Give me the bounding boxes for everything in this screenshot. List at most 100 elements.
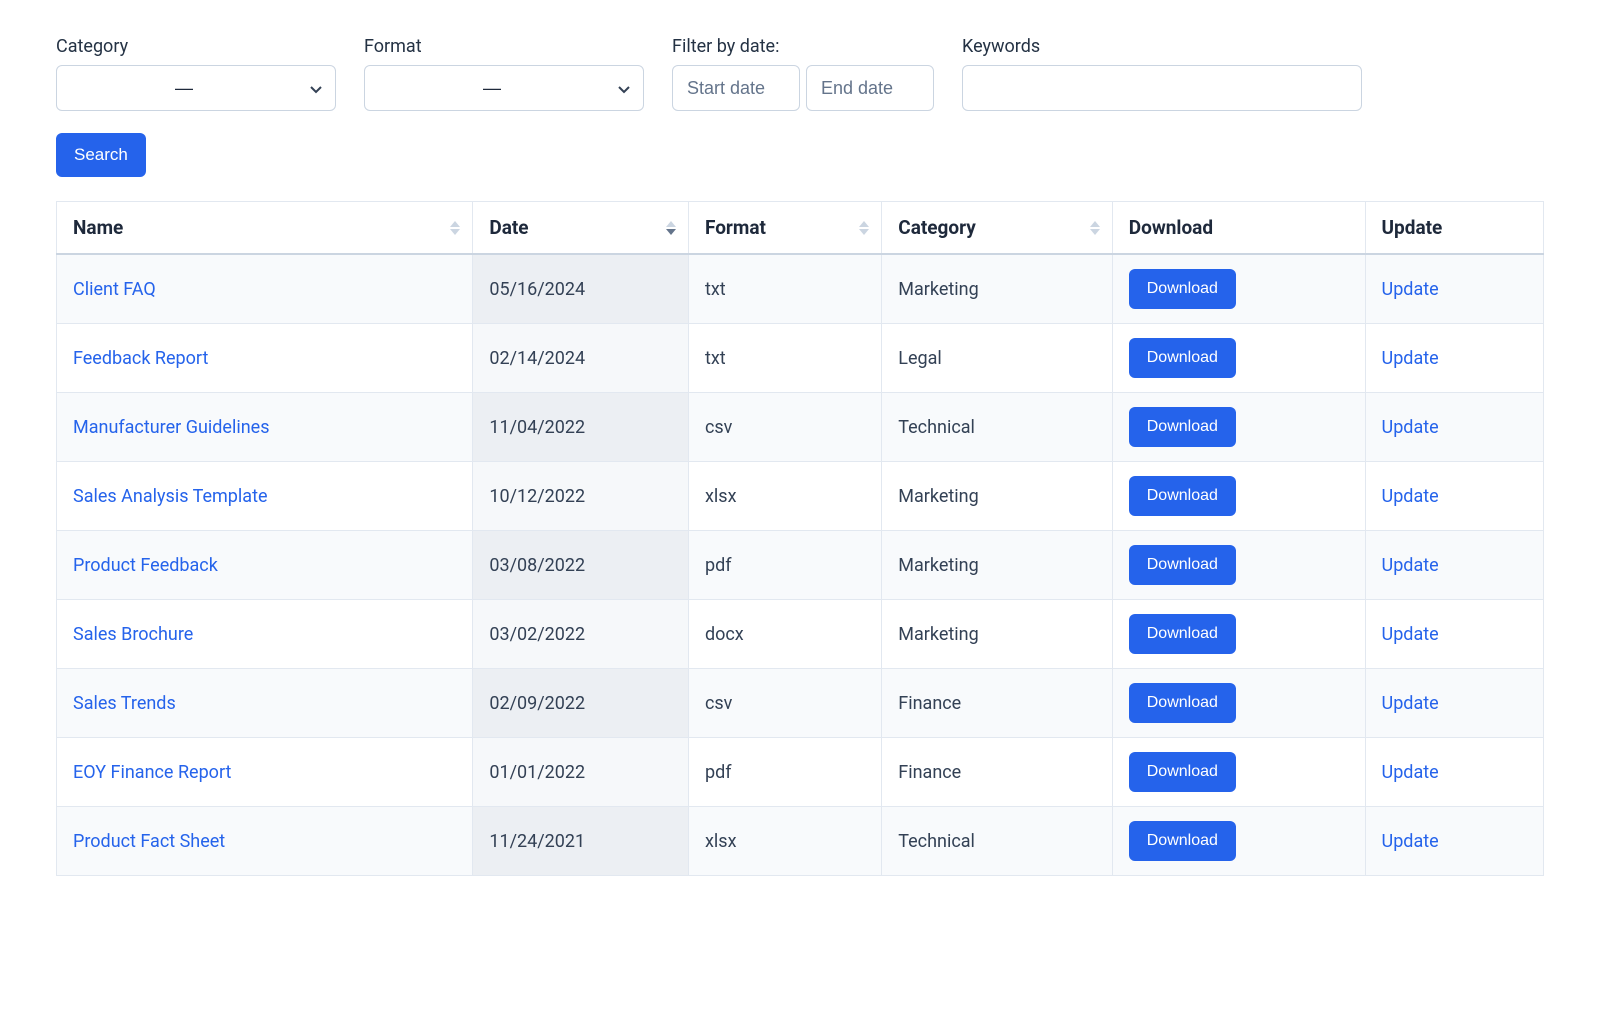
table-row: Product Feedback 03/08/2022pdfMarketing Do… xyxy=(57,531,1544,600)
cell-format: xlsx xyxy=(688,807,881,876)
column-header-date[interactable]: Date xyxy=(473,202,689,255)
search-button[interactable]: Search xyxy=(56,133,146,177)
update-link[interactable]: Update xyxy=(1382,348,1439,369)
cell-format: csv xyxy=(688,393,881,462)
sort-icon xyxy=(450,221,460,235)
download-button[interactable]: Download xyxy=(1129,476,1236,516)
table-row: Sales Analysis Template10/12/2022xlsxMar… xyxy=(57,462,1544,531)
cell-update: Update xyxy=(1365,531,1543,600)
cell-category: Marketing xyxy=(882,600,1112,669)
table-header-row: Name Date Format Category Download Updat… xyxy=(57,202,1544,255)
cell-name: Product Fact Sheet xyxy=(57,807,473,876)
cell-update: Update xyxy=(1365,324,1543,393)
keywords-field: Keywords xyxy=(962,36,1362,111)
documents-table: Name Date Format Category Download Updat… xyxy=(56,201,1544,876)
cell-download: Download xyxy=(1112,807,1365,876)
document-link[interactable]: Manufacturer Guidelines xyxy=(73,417,269,438)
cell-format: docx xyxy=(688,600,881,669)
cell-name: Manufacturer Guidelines xyxy=(57,393,473,462)
cell-update: Update xyxy=(1365,669,1543,738)
cell-name: EOY Finance Report xyxy=(57,738,473,807)
document-link[interactable]: Product Fact Sheet xyxy=(73,831,225,852)
download-button[interactable]: Download xyxy=(1129,683,1236,723)
download-button[interactable]: Download xyxy=(1129,407,1236,447)
table-row: Sales Trends 02/09/2022csvFinance Download… xyxy=(57,669,1544,738)
document-link[interactable]: Product Feedback xyxy=(73,555,218,576)
update-link[interactable]: Update xyxy=(1382,279,1439,300)
date-filter-label: Filter by date: xyxy=(672,36,934,57)
update-link[interactable]: Update xyxy=(1382,831,1439,852)
cell-name: Client FAQ xyxy=(57,254,473,324)
end-date-input[interactable] xyxy=(806,65,934,111)
cell-download: Download xyxy=(1112,531,1365,600)
cell-download: Download xyxy=(1112,324,1365,393)
cell-download: Download xyxy=(1112,669,1365,738)
cell-download: Download xyxy=(1112,254,1365,324)
document-link[interactable]: EOY Finance Report xyxy=(73,762,231,783)
table-row: Feedback Report02/14/2024txtLegalDownloa… xyxy=(57,324,1544,393)
update-link[interactable]: Update xyxy=(1382,555,1439,576)
cell-date: 03/02/2022 xyxy=(473,600,689,669)
document-link[interactable]: Sales Trends xyxy=(73,693,176,714)
cell-category: Marketing xyxy=(882,531,1112,600)
format-label: Format xyxy=(364,36,644,57)
cell-update: Update xyxy=(1365,807,1543,876)
cell-date: 02/09/2022 xyxy=(473,669,689,738)
cell-format: xlsx xyxy=(688,462,881,531)
cell-category: Finance xyxy=(882,738,1112,807)
cell-category: Marketing xyxy=(882,254,1112,324)
cell-category: Finance xyxy=(882,669,1112,738)
download-button[interactable]: Download xyxy=(1129,821,1236,861)
document-link[interactable]: Client FAQ xyxy=(73,279,156,300)
cell-update: Update xyxy=(1365,462,1543,531)
keywords-input[interactable] xyxy=(962,65,1362,111)
download-button[interactable]: Download xyxy=(1129,269,1236,309)
document-link[interactable]: Sales Analysis Template xyxy=(73,486,268,507)
cell-format: pdf xyxy=(688,531,881,600)
cell-category: Technical xyxy=(882,393,1112,462)
category-select[interactable]: — xyxy=(56,65,336,111)
cell-update: Update xyxy=(1365,600,1543,669)
cell-date: 03/08/2022 xyxy=(473,531,689,600)
update-link[interactable]: Update xyxy=(1382,624,1439,645)
column-header-format[interactable]: Format xyxy=(688,202,881,255)
download-button[interactable]: Download xyxy=(1129,614,1236,654)
table-row: Sales Brochure 03/02/2022docxMarketing Dow… xyxy=(57,600,1544,669)
download-button[interactable]: Download xyxy=(1129,752,1236,792)
keywords-label: Keywords xyxy=(962,36,1362,57)
document-link[interactable]: Feedback Report xyxy=(73,348,208,369)
update-link[interactable]: Update xyxy=(1382,693,1439,714)
cell-update: Update xyxy=(1365,254,1543,324)
format-select-value: — xyxy=(483,78,501,98)
update-link[interactable]: Update xyxy=(1382,486,1439,507)
column-header-category[interactable]: Category xyxy=(882,202,1112,255)
sort-icon xyxy=(1090,221,1100,235)
cell-date: 10/12/2022 xyxy=(473,462,689,531)
cell-name: Sales Analysis Template xyxy=(57,462,473,531)
format-select[interactable]: — xyxy=(364,65,644,111)
table-row: EOY Finance Report01/01/2022pdfFinanceDo… xyxy=(57,738,1544,807)
cell-category: Technical xyxy=(882,807,1112,876)
cell-format: csv xyxy=(688,669,881,738)
cell-format: pdf xyxy=(688,738,881,807)
cell-name: Product Feedback xyxy=(57,531,473,600)
update-link[interactable]: Update xyxy=(1382,417,1439,438)
category-field: Category — xyxy=(56,36,336,111)
cell-download: Download xyxy=(1112,600,1365,669)
sort-desc-icon xyxy=(666,221,676,235)
column-header-name[interactable]: Name xyxy=(57,202,473,255)
cell-format: txt xyxy=(688,254,881,324)
cell-name: Sales Brochure xyxy=(57,600,473,669)
cell-date: 05/16/2024 xyxy=(473,254,689,324)
table-row: Manufacturer Guidelines11/04/2022csvTech… xyxy=(57,393,1544,462)
document-link[interactable]: Sales Brochure xyxy=(73,624,193,645)
download-button[interactable]: Download xyxy=(1129,338,1236,378)
cell-update: Update xyxy=(1365,738,1543,807)
format-field: Format — xyxy=(364,36,644,111)
download-button[interactable]: Download xyxy=(1129,545,1236,585)
column-header-update: Update xyxy=(1365,202,1543,255)
cell-name: Feedback Report xyxy=(57,324,473,393)
start-date-input[interactable] xyxy=(672,65,800,111)
update-link[interactable]: Update xyxy=(1382,762,1439,783)
cell-format: txt xyxy=(688,324,881,393)
